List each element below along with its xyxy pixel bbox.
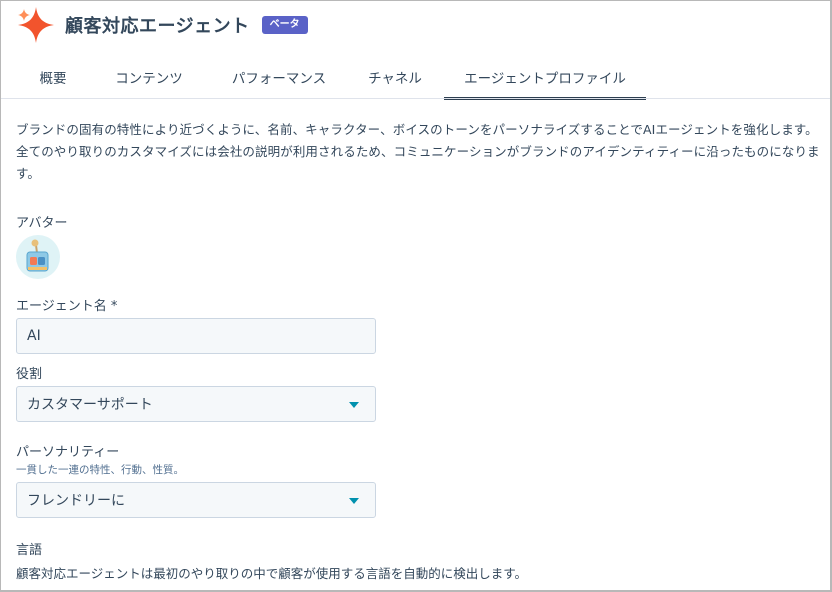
description-line: す。 [16, 166, 40, 181]
personality-value: フレンドリーに [27, 493, 125, 509]
tab-performance[interactable]: パフォーマンス [221, 63, 337, 99]
personality-select[interactable]: フレンドリーに [16, 482, 376, 518]
header: 顧客対応エージェント ベータ [15, 5, 308, 45]
tabs-divider [1, 98, 830, 99]
page-title: 顧客対応エージェント [65, 16, 250, 37]
robot-avatar-icon[interactable] [16, 235, 60, 279]
tab-channels[interactable]: チャネル [357, 63, 433, 99]
tab-content[interactable]: コンテンツ [103, 63, 195, 99]
agent-name-input[interactable]: AI [16, 318, 376, 354]
tab-agent-profile[interactable]: エージェントプロファイル [444, 63, 646, 100]
language-description: 顧客対応エージェントは最初のやり取りの中で顧客が使用する言語を自動的に検出します… [16, 566, 528, 581]
description-line: 全てのやり取りのカスタマイズには会社の説明が利用されるため、コミュニケーションが… [16, 144, 820, 159]
role-label: 役割 [16, 367, 43, 382]
tab-overview[interactable]: 概要 [23, 63, 83, 99]
personality-label: パーソナリティー [16, 445, 120, 460]
agent-name-value: AI [27, 328, 41, 344]
description-line: ブランドの固有の特性により近づくように、名前、キャラクター、ボイスのトーンをパー… [16, 122, 818, 137]
role-select[interactable]: カスタマーサポート [16, 386, 376, 422]
sparkle-icon [15, 4, 57, 46]
agent-name-label: エージェント名 * [16, 299, 118, 314]
beta-badge: ベータ [261, 16, 308, 34]
profile-description: ブランドの固有の特性により近づくように、名前、キャラクター、ボイスのトーンをパー… [16, 119, 826, 185]
avatar-label: アバター [16, 216, 68, 231]
chevron-down-icon [349, 498, 359, 504]
app-window: 顧客対応エージェント ベータ 概要 コンテンツ パフォーマンス チャネル エージ… [0, 0, 832, 592]
chevron-down-icon [349, 402, 359, 408]
personality-hint: 一貫した一連の特性、行動、性質。 [16, 464, 184, 476]
role-value: カスタマーサポート [27, 397, 153, 413]
language-label: 言語 [16, 543, 43, 558]
